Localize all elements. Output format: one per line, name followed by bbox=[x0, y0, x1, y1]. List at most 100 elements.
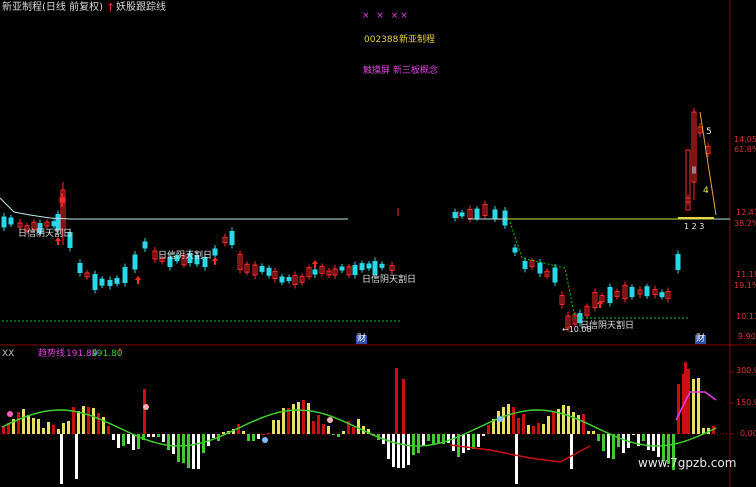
sub-tick: 0.00 bbox=[740, 429, 756, 438]
histogram-bar bbox=[87, 407, 90, 434]
candle-body bbox=[312, 269, 318, 275]
candle-body bbox=[51, 221, 57, 227]
histogram-bar bbox=[402, 379, 405, 434]
histogram-bar bbox=[202, 434, 205, 453]
histogram-bar bbox=[647, 434, 650, 450]
histogram-bar bbox=[322, 424, 325, 434]
cut-annotation: 日信阴天割日 bbox=[18, 229, 73, 239]
cut-annotation: 日信阴天割日 bbox=[362, 275, 417, 285]
histogram-bar bbox=[427, 434, 430, 441]
histogram-bar bbox=[272, 420, 275, 434]
histogram-bar bbox=[482, 434, 485, 436]
histogram-bar bbox=[152, 434, 155, 437]
candle-body bbox=[372, 261, 378, 275]
histogram-bar bbox=[522, 414, 525, 434]
histogram-bar bbox=[312, 421, 315, 434]
histogram-bar bbox=[182, 434, 185, 463]
histogram-bar bbox=[212, 434, 215, 438]
histogram-bar bbox=[452, 434, 455, 451]
rating-stars: × × ×× bbox=[362, 11, 410, 21]
candle-body bbox=[379, 263, 385, 268]
signal-dot-icon bbox=[262, 437, 268, 443]
histogram-bar bbox=[677, 384, 680, 434]
price-tick: 11.18 bbox=[736, 270, 756, 279]
histogram-bar bbox=[462, 434, 465, 453]
histogram-bar bbox=[57, 429, 60, 434]
candle-body bbox=[132, 254, 138, 270]
candle-body bbox=[266, 267, 272, 276]
histogram-bar bbox=[42, 428, 45, 434]
histogram-bar bbox=[67, 421, 70, 434]
histogram-bar bbox=[52, 425, 55, 434]
histogram-bar bbox=[247, 434, 250, 441]
indicator-arrow-icon: ↑ bbox=[106, 1, 116, 14]
histogram-bar bbox=[622, 434, 625, 453]
histogram-bar bbox=[497, 411, 500, 434]
histogram-bar bbox=[97, 413, 100, 434]
indicator-name[interactable]: 妖股跟踪线 bbox=[116, 3, 166, 13]
histogram-bar bbox=[192, 434, 195, 469]
histogram-bar bbox=[32, 418, 35, 434]
candle-body bbox=[474, 208, 480, 219]
histogram-bar bbox=[487, 425, 490, 434]
histogram-bar bbox=[157, 434, 160, 437]
histogram-bar bbox=[582, 414, 585, 434]
trend-line bbox=[449, 444, 591, 463]
signal-dot-icon bbox=[497, 416, 503, 422]
histogram-bar bbox=[422, 434, 425, 446]
histogram-bar bbox=[60, 434, 63, 484]
cut-annotation: 日信阴天割日 bbox=[158, 251, 213, 261]
low-price-label: ←10.08 bbox=[562, 325, 592, 334]
histogram-bar bbox=[112, 434, 115, 440]
candle-body bbox=[629, 287, 635, 298]
histogram-bar bbox=[267, 433, 270, 434]
fib-tick: 19.1% bbox=[734, 281, 756, 290]
candle-body bbox=[92, 274, 98, 290]
histogram-bar bbox=[577, 415, 580, 434]
histogram-bar bbox=[187, 434, 190, 468]
histogram-bar bbox=[62, 423, 65, 434]
histogram-bar bbox=[592, 431, 595, 434]
average-line bbox=[0, 197, 348, 220]
histogram-bar bbox=[537, 423, 540, 434]
histogram-bar bbox=[77, 411, 80, 434]
candle-body bbox=[537, 262, 543, 274]
sub-indicator-name[interactable]: 趋势线 bbox=[38, 350, 65, 359]
histogram-bar bbox=[395, 368, 398, 434]
finance-marker-icon[interactable]: 财 bbox=[356, 335, 368, 344]
histogram-bar bbox=[352, 427, 355, 434]
candle-body bbox=[8, 217, 14, 225]
candle-body bbox=[522, 261, 528, 269]
candle-body bbox=[212, 248, 218, 256]
signal-dot-icon bbox=[327, 417, 333, 423]
candle-body bbox=[286, 277, 292, 282]
histogram-bar bbox=[515, 434, 518, 484]
histogram-bar bbox=[307, 403, 310, 434]
histogram-bar bbox=[197, 434, 200, 469]
histogram-bar bbox=[417, 434, 420, 453]
histogram-bar bbox=[387, 434, 390, 459]
histogram-bar bbox=[632, 434, 635, 435]
histogram-bar bbox=[92, 408, 95, 434]
histogram-bar bbox=[512, 407, 515, 434]
histogram-bar bbox=[177, 434, 180, 462]
histogram-bar bbox=[75, 434, 78, 479]
histogram-bar bbox=[27, 415, 30, 434]
histogram-bar bbox=[402, 434, 405, 468]
histogram-bar bbox=[477, 434, 480, 447]
price-tick: 9.90 bbox=[738, 332, 756, 341]
histogram-bar bbox=[127, 434, 130, 444]
candle-body bbox=[607, 287, 613, 303]
candle-body bbox=[352, 265, 358, 275]
histogram-bar bbox=[257, 434, 260, 439]
histogram-bar bbox=[337, 434, 340, 437]
stock-code: 002388 bbox=[364, 35, 399, 45]
candle-body bbox=[675, 254, 681, 270]
stock-chart-window: 新亚制程(日线 前复权) ↑ 妖股跟踪线 × × ×× 002388 新亚制程 … bbox=[0, 0, 756, 487]
finance-marker-icon[interactable]: 财 bbox=[695, 335, 707, 344]
candle-body bbox=[99, 278, 105, 286]
histogram-bar bbox=[242, 431, 245, 434]
histogram-bar bbox=[642, 434, 645, 441]
histogram-bar bbox=[397, 434, 400, 468]
histogram-bar bbox=[617, 434, 620, 447]
